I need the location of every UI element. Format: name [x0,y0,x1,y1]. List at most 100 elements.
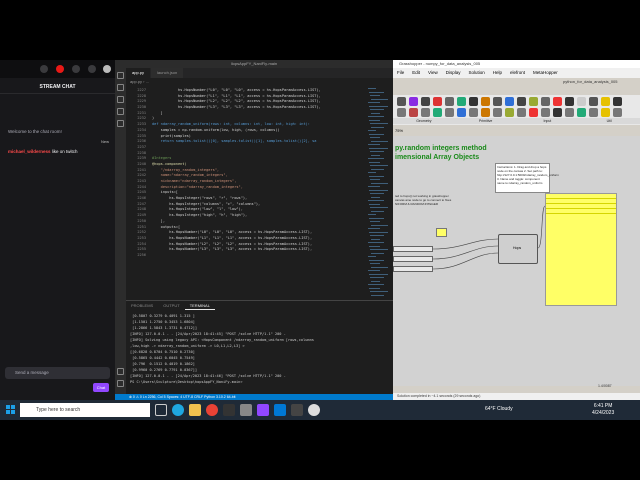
component-icon[interactable] [409,108,418,117]
app-icon[interactable] [291,404,303,416]
component-icon[interactable] [433,97,442,106]
category-input[interactable]: Input [517,118,579,124]
rhino-icon[interactable] [240,404,252,416]
menu-solution[interactable]: Solution [464,68,488,78]
terminal-icon[interactable] [223,404,235,416]
search-icon[interactable] [117,84,124,91]
component-icon[interactable] [469,108,478,117]
component-icon[interactable] [589,97,598,106]
breadcrumb[interactable]: app.py › ... [126,78,393,86]
grasshopper-canvas[interactable]: py.random integers method imensional Arr… [393,136,640,386]
category-geometry[interactable]: Geometry [393,118,455,124]
component-icon[interactable] [409,97,418,106]
twitch-icon[interactable] [257,404,269,416]
explorer-icon[interactable] [117,72,124,79]
component-icon[interactable] [589,108,598,117]
chat-send-button[interactable]: Chat [93,383,109,392]
component-icon[interactable] [421,97,430,106]
component-icon[interactable] [541,108,550,117]
component-icon[interactable] [457,108,466,117]
vscode-icon[interactable] [274,404,286,416]
component-icon[interactable] [469,97,478,106]
menu-metahopper[interactable]: MetaHopper [529,68,562,78]
menu-view[interactable]: View [424,68,442,78]
avatar[interactable] [103,65,111,73]
tab-terminal[interactable]: TERMINAL [184,301,215,310]
component-icon[interactable] [553,97,562,106]
chrome-icon[interactable] [206,404,218,416]
component-icon[interactable] [553,108,562,117]
minimap-line [368,228,380,229]
component-icon[interactable] [493,108,502,117]
component-icon[interactable] [577,97,586,106]
component-icon[interactable] [601,108,610,117]
component-icon[interactable] [481,108,490,117]
taskbar-search-input[interactable]: Type here to search [20,403,150,417]
minimap-line [369,147,388,149]
menu-display[interactable]: Display [442,68,465,78]
tab-problems[interactable]: PROBLEMS [126,301,158,310]
source-control-icon[interactable] [117,96,124,103]
code-text: hs.HopsInteger("high", "h", "high"), [152,213,248,218]
weather-widget[interactable]: 64°F Cloudy [485,406,513,412]
chat-input[interactable]: Send a message [5,367,110,379]
component-icon[interactable] [445,97,454,106]
extensions-icon[interactable] [117,120,124,127]
file-explorer-icon[interactable] [189,404,201,416]
component-icon[interactable] [565,108,574,117]
clock[interactable]: 6:41 PM 4/24/2023 [592,403,614,417]
component-icon[interactable] [529,97,538,106]
menu-file[interactable]: File [393,68,408,78]
tab-launch-json[interactable]: launch.json [151,68,185,78]
account-icon[interactable] [117,368,124,375]
component-icon[interactable] [541,97,550,106]
chat-username[interactable]: michael_wilderness [8,149,51,154]
tab-app-py[interactable]: app.py [126,68,152,78]
grasshopper-title: Grasshopper - numpy_for_data_analysis_00… [393,60,640,68]
component-icon[interactable] [397,108,406,117]
windows-start-icon[interactable] [6,405,16,415]
component-icon[interactable] [517,97,526,106]
category-primitive[interactable]: Primitive [455,118,517,124]
zoom-level[interactable]: 75% [395,128,403,133]
task-view-icon[interactable] [155,404,167,416]
edge-icon[interactable] [172,404,184,416]
component-icon[interactable] [529,108,538,117]
component-icon[interactable] [613,108,622,117]
menu-elefront[interactable]: elefront [506,68,529,78]
component-icon[interactable] [493,97,502,106]
component-icon[interactable] [505,97,514,106]
component-icon[interactable] [613,97,622,106]
component-icon[interactable] [433,108,442,117]
component-icon[interactable] [565,97,574,106]
minimap-line [370,277,384,278]
minimap-line [371,140,388,142]
minimap-line [368,242,384,243]
obs-icon[interactable] [308,404,320,416]
gear-icon[interactable] [117,380,124,387]
component-icon[interactable] [481,97,490,106]
component-icon[interactable] [517,108,526,117]
minimap-line [369,105,388,107]
menu-help[interactable]: Help [489,68,506,78]
component-icon[interactable] [577,108,586,117]
stream-chat-panel: STREAM CHAT New Welcome to the chat room… [0,60,115,400]
menu-edit[interactable]: Edit [408,68,424,78]
bits-icon[interactable] [88,65,96,73]
whisper-icon[interactable] [72,65,80,73]
minimap-line [368,88,376,89]
component-icon[interactable] [421,108,430,117]
component-icon[interactable] [601,97,610,106]
run-debug-icon[interactable] [117,108,124,115]
component-icon[interactable] [457,97,466,106]
category-util[interactable]: Util [578,118,640,124]
component-icon[interactable] [505,108,514,117]
component-icon[interactable] [397,97,406,106]
notification-icon[interactable] [40,65,48,73]
terminal-output[interactable]: [0.5807 0.3279 0.4091 1.315 ] [1.1501 1.… [130,313,385,385]
tab-output[interactable]: OUTPUT [158,301,184,310]
code-line[interactable]: 2256 [126,253,366,259]
minimap-line [370,95,380,96]
component-icon[interactable] [445,108,454,117]
inbox-icon[interactable] [56,65,64,73]
